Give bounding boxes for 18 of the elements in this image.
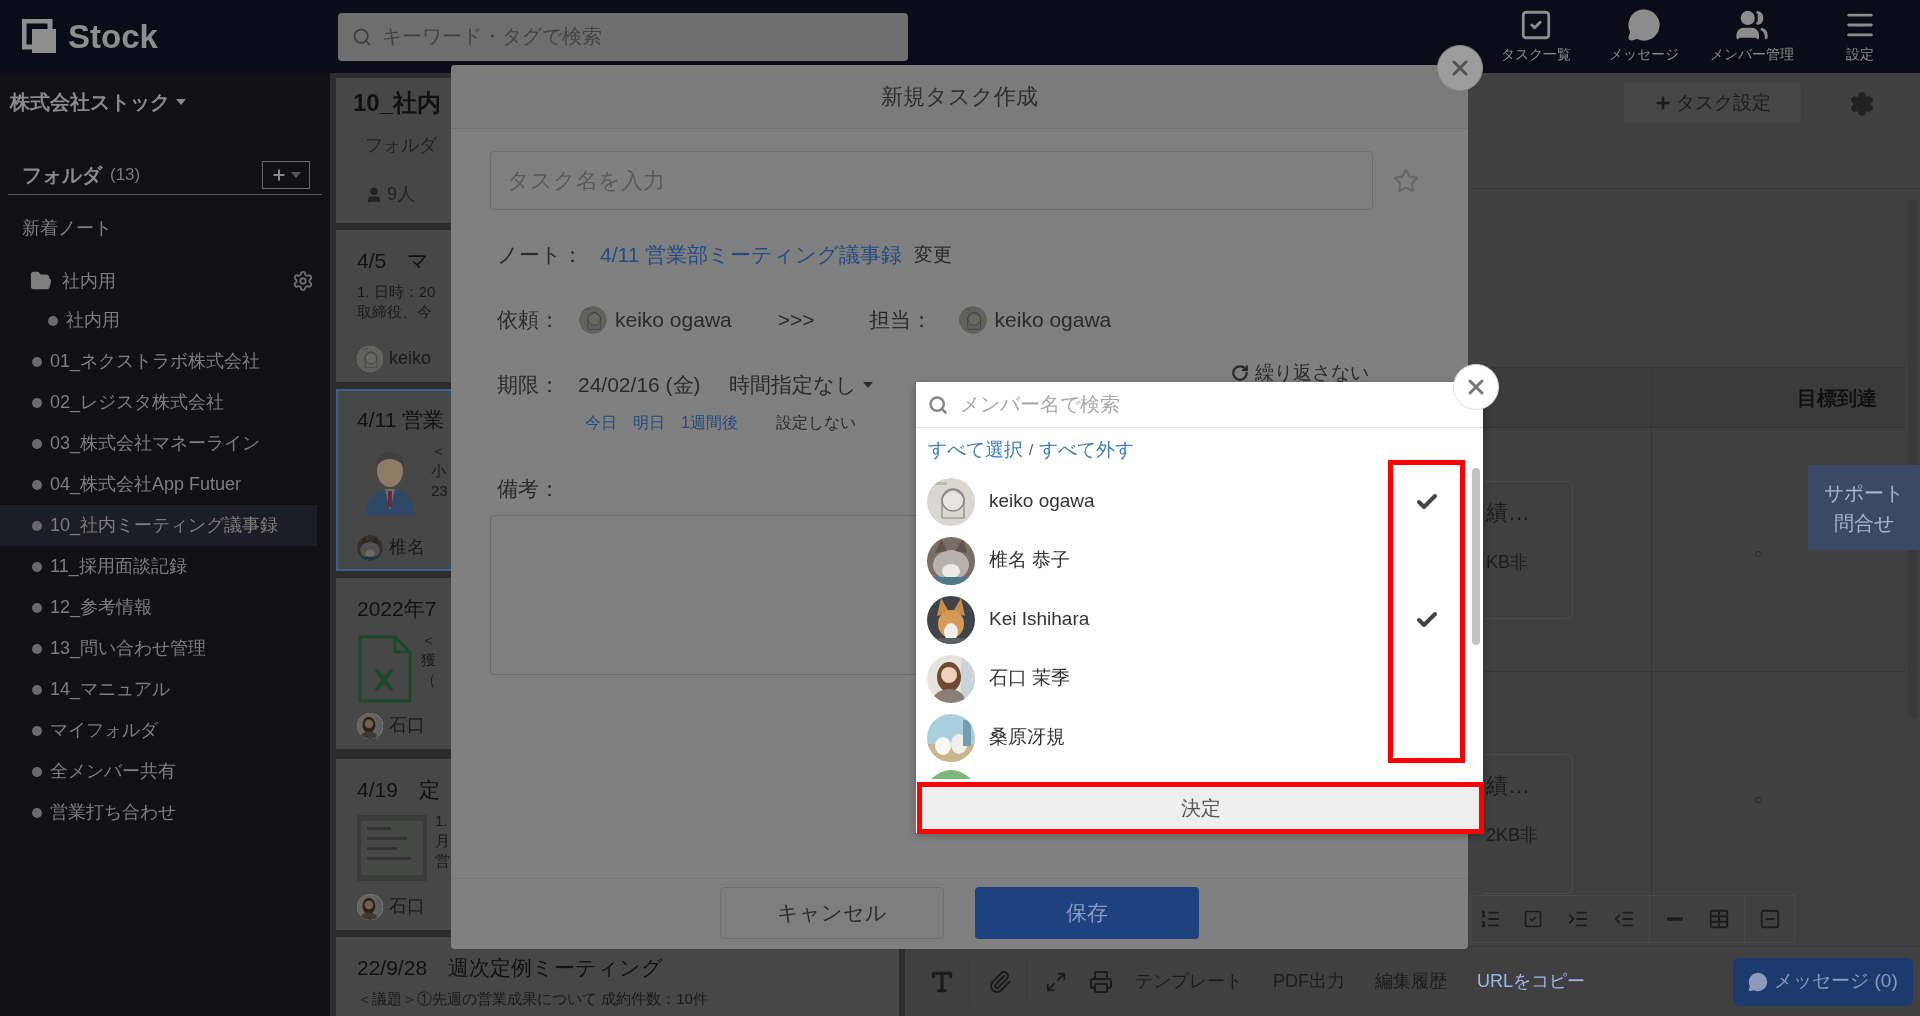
note-text: ＜ bbox=[431, 441, 447, 461]
requester-name: keiko ogawa bbox=[615, 307, 732, 334]
logo-text: Stock bbox=[68, 20, 158, 53]
field-label: 担当： bbox=[868, 307, 933, 334]
section-title: フォルダ bbox=[22, 162, 102, 188]
status-mark: ○ bbox=[1754, 544, 1763, 563]
dialog-title: 新規タスク作成 bbox=[881, 83, 1038, 111]
field-label: 期限： bbox=[497, 372, 561, 399]
status-mark: ○ bbox=[1754, 790, 1763, 809]
note-text: ＜ bbox=[421, 630, 436, 650]
note-text: （ bbox=[421, 670, 436, 690]
field-label: 備考： bbox=[496, 476, 560, 502]
field-label: 依頼： bbox=[497, 307, 561, 334]
assignee-name: keiko ogawa bbox=[994, 307, 1112, 334]
arrow-text: >>> bbox=[777, 307, 815, 334]
field-label: ノート： bbox=[497, 242, 584, 269]
separator-text: / bbox=[1029, 439, 1034, 460]
folder-count: (13) bbox=[110, 163, 141, 186]
